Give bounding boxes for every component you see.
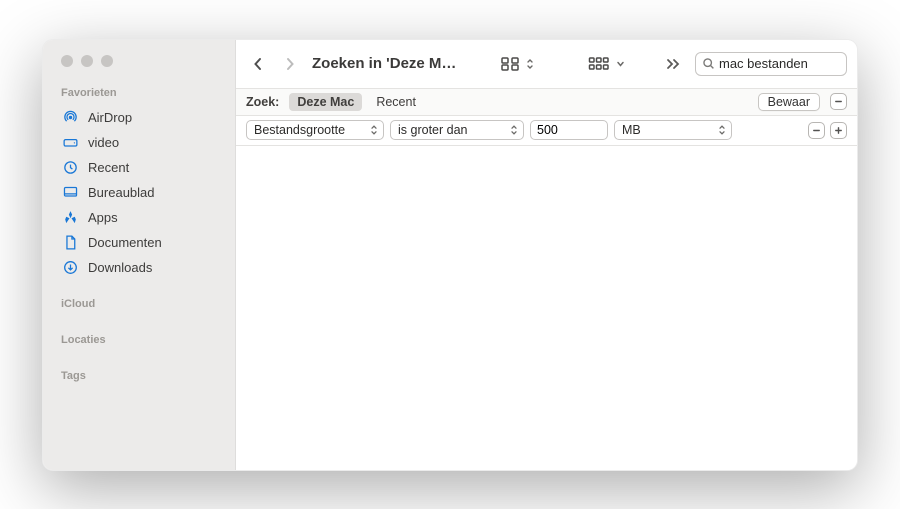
- zoom-window-button[interactable]: [101, 55, 113, 67]
- sidebar-item-downloads[interactable]: Downloads: [59, 255, 229, 280]
- criteria-remove-button[interactable]: [808, 122, 825, 139]
- sidebar-item-label: Downloads: [88, 260, 152, 275]
- drive-icon: [61, 133, 79, 151]
- criteria-unit-label: MB: [622, 123, 641, 137]
- search-criteria-row: Bestandsgrootte is groter dan: [236, 116, 857, 146]
- chevron-updown-icon: [715, 124, 729, 136]
- criteria-comparator-select[interactable]: is groter dan: [390, 120, 524, 140]
- window-title: Zoeken in 'Deze M…: [312, 55, 456, 72]
- sidebar-item-recent[interactable]: Recent: [59, 155, 229, 180]
- sidebar-item-label: Recent: [88, 160, 129, 175]
- sidebar: Favorieten AirDrop: [43, 40, 236, 470]
- sidebar-section-tags: Tags: [61, 370, 229, 382]
- scope-label: Zoek:: [246, 95, 279, 109]
- view-mode-switcher[interactable]: [496, 54, 538, 74]
- forward-button[interactable]: [278, 51, 302, 77]
- criteria-attribute-select[interactable]: Bestandsgrootte: [246, 120, 384, 140]
- sidebar-section-favorites: Favorieten: [61, 87, 229, 99]
- criteria-unit-select[interactable]: MB: [614, 120, 732, 140]
- criteria-value-input[interactable]: [537, 123, 601, 137]
- document-icon: [61, 233, 79, 251]
- sidebar-item-desktop[interactable]: Bureaublad: [59, 180, 229, 205]
- sidebar-section-locations: Locaties: [61, 334, 229, 346]
- sidebar-item-label: AirDrop: [88, 110, 132, 125]
- chevron-updown-icon: [507, 124, 521, 136]
- sidebar-item-video[interactable]: video: [59, 130, 229, 155]
- save-search-button[interactable]: Bewaar: [758, 93, 820, 111]
- sidebar-item-label: Bureaublad: [88, 185, 155, 200]
- sidebar-item-label: video: [88, 135, 119, 150]
- scope-recent[interactable]: Recent: [372, 93, 420, 111]
- results-area: [236, 146, 857, 470]
- sidebar-section-icloud: iCloud: [61, 298, 229, 310]
- search-input[interactable]: [719, 56, 858, 71]
- toolbar: Zoeken in 'Deze M…: [236, 40, 857, 88]
- criteria-attribute-label: Bestandsgrootte: [254, 123, 345, 137]
- sidebar-item-label: Apps: [88, 210, 118, 225]
- desktop-icon: [61, 183, 79, 201]
- search-field[interactable]: [695, 52, 847, 76]
- clock-icon: [61, 158, 79, 176]
- minimize-window-button[interactable]: [81, 55, 93, 67]
- downloads-icon: [61, 258, 79, 276]
- sidebar-item-apps[interactable]: Apps: [59, 205, 229, 230]
- back-button[interactable]: [246, 51, 270, 77]
- sidebar-item-airdrop[interactable]: AirDrop: [59, 105, 229, 130]
- finder-window: Favorieten AirDrop: [42, 39, 858, 471]
- apps-icon: [61, 208, 79, 226]
- remove-criteria-row-button[interactable]: [830, 93, 847, 110]
- chevron-updown-icon: [367, 124, 381, 136]
- group-by-menu[interactable]: [584, 54, 629, 74]
- airdrop-icon: [61, 108, 79, 126]
- criteria-value-field[interactable]: [530, 120, 608, 140]
- sidebar-item-documents[interactable]: Documenten: [59, 230, 229, 255]
- criteria-comparator-label: is groter dan: [398, 123, 467, 137]
- search-icon: [702, 57, 715, 70]
- sidebar-item-label: Documenten: [88, 235, 162, 250]
- window-traffic-lights[interactable]: [59, 55, 229, 67]
- main-panel: Zoeken in 'Deze M…: [236, 40, 857, 470]
- close-window-button[interactable]: [61, 55, 73, 67]
- criteria-add-button[interactable]: [830, 122, 847, 139]
- toolbar-overflow[interactable]: [663, 57, 683, 71]
- search-scope-bar: Zoek: Deze Mac Recent Bewaar: [236, 88, 857, 116]
- scope-this-mac[interactable]: Deze Mac: [289, 93, 362, 111]
